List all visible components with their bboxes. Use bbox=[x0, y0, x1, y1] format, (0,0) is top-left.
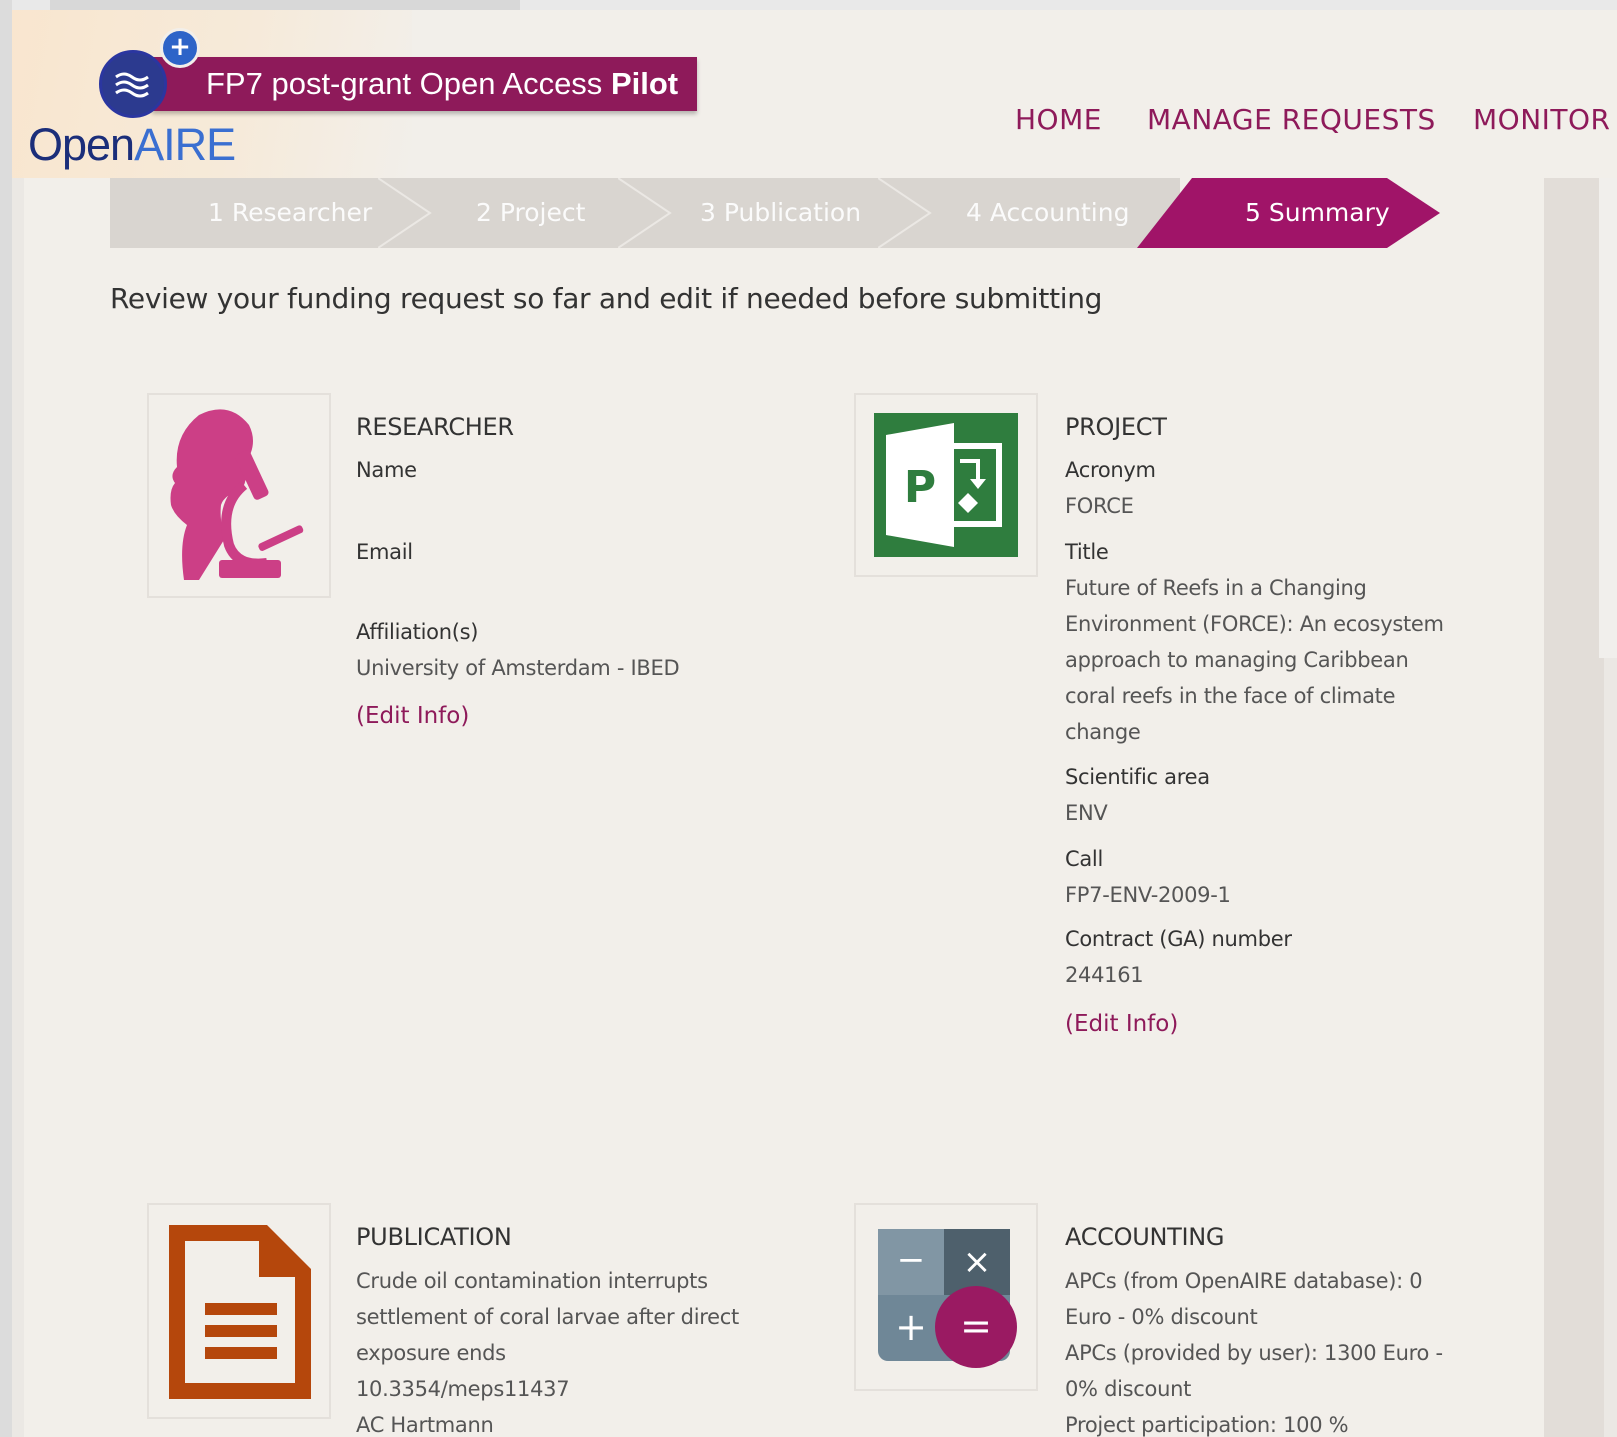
project-acronym-label: Acronym bbox=[1065, 458, 1156, 482]
step-separator-icon bbox=[618, 178, 672, 248]
researcher-affiliation-label: Affiliation(s) bbox=[356, 620, 479, 644]
site-header: FP7 post-grant Open Access Pilot + OpenA… bbox=[12, 10, 1617, 178]
nav-manage-requests[interactable]: MANAGE REQUESTS bbox=[1147, 103, 1436, 136]
researcher-email-label: Email bbox=[356, 540, 413, 564]
pilot-banner[interactable]: FP7 post-grant Open Access Pilot bbox=[152, 57, 697, 111]
nav-home[interactable]: HOME bbox=[1015, 103, 1102, 136]
calc-plus-glyph: + bbox=[895, 1305, 927, 1349]
publication-doi: 10.3354/meps11437 bbox=[356, 1377, 570, 1401]
project-app-icon: P bbox=[874, 413, 1018, 557]
accounting-icon-box: − × + = bbox=[854, 1203, 1038, 1391]
project-title-line: coral reefs in the face of climate bbox=[1065, 684, 1396, 708]
logo-aire-text: AIRE bbox=[134, 119, 236, 170]
publication-line: Crude oil contamination interrupts bbox=[356, 1269, 708, 1293]
accounting-title: ACCOUNTING bbox=[1065, 1223, 1225, 1251]
publication-line: settlement of coral larvae after direct bbox=[356, 1305, 739, 1329]
step-separator-icon bbox=[878, 178, 932, 248]
pilot-banner-text: FP7 post-grant Open Access bbox=[206, 66, 611, 101]
top-strip-shade bbox=[50, 0, 520, 10]
step-researcher[interactable]: 1 Researcher bbox=[208, 178, 372, 248]
page-intro: Review your funding request so far and e… bbox=[110, 282, 1103, 315]
accounting-line: Euro - 0% discount bbox=[1065, 1305, 1258, 1329]
researcher-name-label: Name bbox=[356, 458, 417, 482]
project-edit-link[interactable]: (Edit Info) bbox=[1065, 1011, 1178, 1037]
project-title-line: Future of Reefs in a Changing bbox=[1065, 576, 1367, 600]
right-side-panel bbox=[1544, 178, 1617, 1437]
researcher-edit-link[interactable]: (Edit Info) bbox=[356, 703, 469, 729]
publication-author: AC Hartmann bbox=[356, 1413, 494, 1437]
project-icon-letter: P bbox=[904, 462, 936, 513]
calc-minus-glyph: − bbox=[897, 1240, 926, 1280]
project-call-value: FP7-ENV-2009-1 bbox=[1065, 883, 1231, 907]
project-scientific-area-label: Scientific area bbox=[1065, 765, 1210, 789]
step-publication[interactable]: 3 Publication bbox=[700, 178, 861, 248]
accounting-line: APCs (provided by user): 1300 Euro - bbox=[1065, 1341, 1443, 1365]
project-icon-box: P bbox=[854, 393, 1038, 577]
project-title: PROJECT bbox=[1065, 413, 1167, 441]
project-call-label: Call bbox=[1065, 847, 1104, 871]
step-summary-label: 5 Summary bbox=[1245, 198, 1390, 227]
project-title-line: approach to managing Caribbean bbox=[1065, 648, 1409, 672]
step-project[interactable]: 2 Project bbox=[476, 178, 585, 248]
accounting-line: APCs (from OpenAIRE database): 0 bbox=[1065, 1269, 1423, 1293]
calc-times-glyph: × bbox=[963, 1242, 992, 1282]
researcher-affiliation-value: University of Amsterdam - IBED bbox=[356, 656, 680, 680]
step-summary[interactable]: 5 Summary bbox=[1137, 178, 1440, 248]
accounting-line: Project participation: 100 % bbox=[1065, 1413, 1349, 1437]
step-separator-icon bbox=[378, 178, 432, 248]
project-contract-value: 244161 bbox=[1065, 963, 1144, 987]
logo-open-text: Open bbox=[28, 119, 135, 170]
nav-monitor[interactable]: MONITOR bbox=[1473, 103, 1611, 136]
pilot-banner-bold: Pilot bbox=[610, 66, 679, 101]
calc-equals-glyph: = bbox=[960, 1304, 992, 1348]
project-title-line: change bbox=[1065, 720, 1141, 744]
step-accounting[interactable]: 4 Accounting bbox=[966, 178, 1129, 248]
document-icon bbox=[169, 1225, 311, 1399]
project-title-label: Title bbox=[1065, 540, 1109, 564]
project-contract-label: Contract (GA) number bbox=[1065, 927, 1292, 951]
top-strip bbox=[0, 0, 1617, 10]
openaire-emblem-icon[interactable] bbox=[99, 50, 167, 118]
left-edge bbox=[0, 0, 12, 1437]
accounting-line: 0% discount bbox=[1065, 1377, 1192, 1401]
researcher-icon-box bbox=[147, 393, 331, 598]
right-panel-strip bbox=[1599, 178, 1617, 658]
calculator-icon: − × + = bbox=[878, 1229, 1017, 1368]
publication-line: exposure ends bbox=[356, 1341, 506, 1365]
publication-title: PUBLICATION bbox=[356, 1223, 512, 1251]
researcher-icon bbox=[170, 409, 304, 580]
openaire-logo[interactable]: OpenAIRE bbox=[28, 119, 236, 170]
project-title-line: Environment (FORCE): An ecosystem bbox=[1065, 612, 1444, 636]
publication-icon-box bbox=[147, 1203, 331, 1419]
wizard-steps: 1 Researcher 2 Project 3 Publication 4 A… bbox=[110, 178, 1440, 248]
plus-badge-icon: + bbox=[160, 28, 200, 68]
project-acronym-value: FORCE bbox=[1065, 494, 1134, 518]
researcher-title: RESEARCHER bbox=[356, 413, 514, 441]
project-scientific-area-value: ENV bbox=[1065, 801, 1108, 825]
